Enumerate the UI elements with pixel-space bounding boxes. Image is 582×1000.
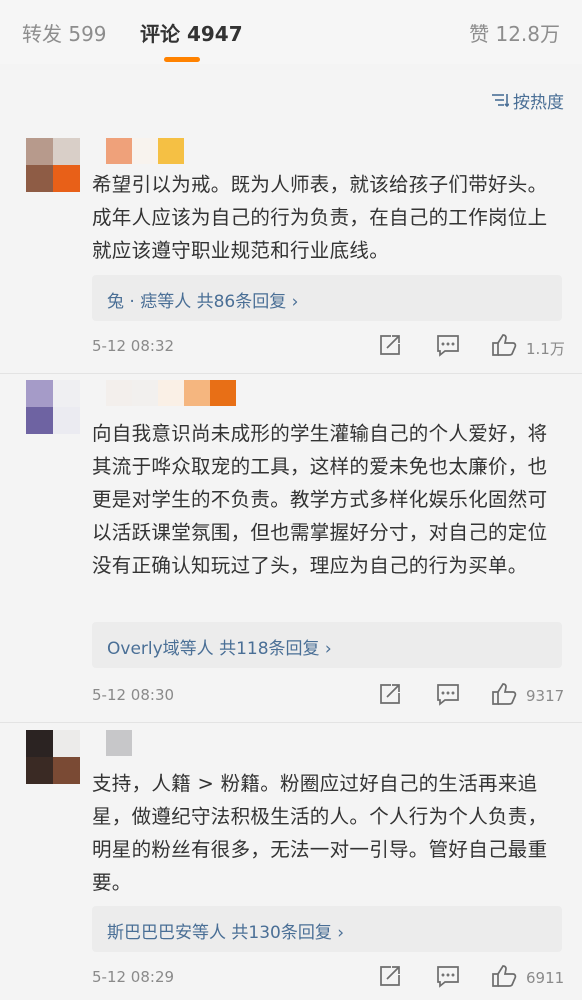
sort-label: 按热度: [513, 93, 564, 113]
comment-icon[interactable]: [436, 333, 460, 361]
comment-time: 5-12 08:32: [92, 337, 175, 355]
comment-time: 5-12 08:30: [92, 686, 175, 704]
like-count: 1.1万: [526, 340, 565, 358]
avatar[interactable]: [26, 380, 80, 434]
tab-comments[interactable]: 评论 4947: [140, 18, 243, 47]
username[interactable]: [106, 138, 184, 164]
comment-text: 支持，人籍 > 粉籍。粉圈应过好自己的生活再来追星，做遵纪守法积极生活的人。个人…: [92, 772, 548, 894]
comment-footer: 5-12 08:30 9317: [92, 682, 565, 710]
like-count: 9317: [526, 687, 565, 705]
share-icon[interactable]: [378, 333, 402, 361]
tab-repost[interactable]: 转发 599: [22, 18, 107, 47]
divider: [0, 722, 582, 723]
username[interactable]: [106, 730, 132, 756]
share-icon[interactable]: [378, 964, 402, 992]
comment-time: 5-12 08:29: [92, 968, 175, 986]
replies-link[interactable]: 斯巴巴巴安等人 共130条回复 ›: [107, 918, 344, 943]
like-icon[interactable]: [492, 964, 518, 992]
tab-likes[interactable]: 赞 12.8万: [469, 18, 560, 47]
like-icon[interactable]: [492, 682, 518, 710]
sort-icon: [491, 92, 510, 113]
like-icon[interactable]: [492, 333, 518, 361]
share-icon[interactable]: [378, 682, 402, 710]
replies-preview[interactable]: 斯巴巴巴安等人 共130条回复 ›: [92, 906, 562, 952]
comment-footer: 5-12 08:32 1.1万: [92, 333, 565, 361]
sort-by-hot-button[interactable]: 按热度: [491, 88, 564, 113]
replies-link[interactable]: 兔 · 痣等人 共86条回复 ›: [107, 287, 298, 312]
comment-footer: 5-12 08:29 6911: [92, 964, 565, 992]
comment-icon[interactable]: [436, 682, 460, 710]
tab-bar: 转发 599 评论 4947 赞 12.8万: [0, 0, 582, 64]
like-count: 6911: [526, 969, 565, 987]
avatar[interactable]: [26, 138, 80, 192]
avatar[interactable]: [26, 730, 80, 784]
replies-preview[interactable]: Overly域等人 共118条回复 ›: [92, 622, 562, 668]
replies-link[interactable]: Overly域等人 共118条回复 ›: [107, 634, 332, 659]
comment-icon[interactable]: [436, 964, 460, 992]
replies-preview[interactable]: 兔 · 痣等人 共86条回复 ›: [92, 275, 562, 321]
comment-text: 向自我意识尚未成形的学生灌输自己的个人爱好，将其流于哗众取宠的工具，这样的爱未免…: [92, 422, 548, 577]
comment-text: 希望引以为戒。既为人师表，就该给孩子们带好头。成年人应该为自己的行为负责，在自己…: [92, 173, 548, 262]
username[interactable]: [106, 380, 236, 406]
divider: [0, 373, 582, 374]
active-tab-indicator: [164, 57, 200, 62]
